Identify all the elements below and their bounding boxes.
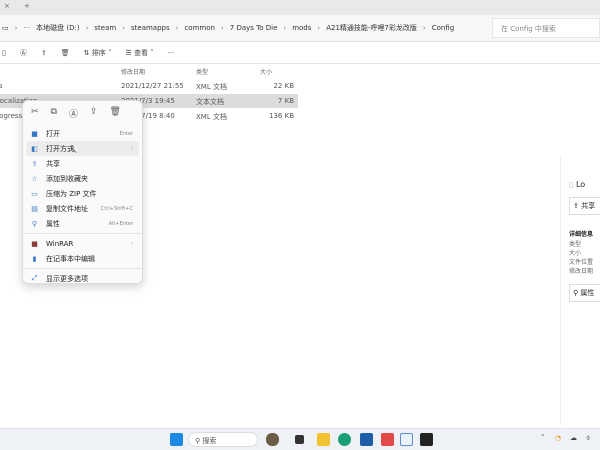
tab-bar: × +: [0, 0, 600, 15]
widget-icon[interactable]: [266, 433, 279, 446]
details-field: 文件位置: [569, 259, 594, 266]
menu-item-open[interactable]: ■ 打开 Enter: [26, 126, 139, 141]
open-with-icon: ◧: [31, 144, 38, 153]
properties-icon: ⚲: [31, 219, 38, 228]
view-button[interactable]: ☰ 查看 ˅: [125, 48, 153, 58]
context-menu: ✂ ⧉ Ⓐ ⇪ 🗑 ■ 打开 Enter ◧ 打开方式 › ⇪ 共享 ☆ 添加到收藏夹 ▭ 压…: [22, 100, 143, 284]
sort-button[interactable]: ⇅ 排序 ˅: [84, 48, 112, 58]
menu-item-zip[interactable]: ▭ 压缩为 ZIP 文件: [26, 186, 139, 201]
mouse-cursor: ↖: [70, 146, 78, 156]
breadcrumb-0[interactable]: 本地磁盘 (D:): [36, 23, 79, 33]
more-button[interactable]: ···: [168, 49, 175, 57]
breadcrumb-3[interactable]: common: [184, 24, 215, 32]
more-options-icon: ⤢: [31, 274, 38, 282]
network-icon[interactable]: ☁: [570, 434, 577, 442]
music-app-icon[interactable]: [381, 433, 394, 446]
breadcrumb-5[interactable]: mods: [292, 24, 311, 32]
breadcrumb-7[interactable]: Config: [432, 24, 454, 32]
share-icon: ⇪: [31, 159, 38, 168]
share-icon[interactable]: ⇪: [41, 49, 47, 57]
chevron-up-icon[interactable]: ˄: [541, 434, 545, 442]
menu-item-open-with[interactable]: ◧ 打开方式 ›: [26, 141, 139, 156]
start-icon[interactable]: [170, 433, 183, 446]
column-date[interactable]: 修改日期: [121, 67, 145, 76]
open-icon: ■: [31, 129, 38, 138]
new-tab-button[interactable]: +: [24, 2, 30, 10]
cut-icon[interactable]: ✂: [31, 107, 39, 120]
menu-item-copy-path[interactable]: ▤ 复制文件地址 Ctrl+Shift+C: [26, 201, 139, 216]
delete-icon[interactable]: 🗑: [61, 49, 70, 57]
rename-icon[interactable]: Ⓐ: [69, 107, 78, 120]
taskbar-search[interactable]: ⚲ 搜索: [188, 432, 258, 447]
details-field: 大小: [569, 250, 582, 257]
copy-icon[interactable]: ▯: [2, 49, 6, 57]
notepad-icon: ▮: [32, 254, 37, 263]
breadcrumb-6[interactable]: A21精通技能-呼哩7彩龙改版: [326, 23, 417, 33]
store-icon[interactable]: [360, 433, 373, 446]
close-tab-button[interactable]: ×: [4, 2, 10, 10]
menu-item-share[interactable]: ⇪ 共享: [26, 156, 139, 171]
taskbar: ⚲ 搜索 ˄ ◔ ☁ ⌽: [0, 428, 600, 450]
details-filename: ▯ Lo: [569, 180, 586, 189]
app-icon[interactable]: [420, 433, 433, 446]
copy-path-icon: ▤: [31, 204, 38, 213]
column-size[interactable]: 大小: [260, 67, 272, 76]
edge-icon[interactable]: [338, 433, 351, 446]
cloud-app-icon[interactable]: [400, 433, 413, 446]
share-icon[interactable]: ⇪: [90, 107, 98, 120]
details-properties-button[interactable]: ⚲ 属性: [569, 284, 600, 302]
menu-item-winrar[interactable]: ■ WinRAR ›: [26, 236, 139, 251]
zip-icon: ▭: [31, 189, 38, 198]
details-field: 修改日期: [569, 268, 594, 275]
task-view-icon[interactable]: [295, 435, 304, 444]
breadcrumb-4[interactable]: 7 Days To Die: [230, 24, 278, 32]
monitor-icon: ▭: [2, 24, 9, 32]
menu-item-more-options[interactable]: ⤢ 显示更多选项: [26, 271, 139, 286]
winrar-icon: ■: [31, 239, 38, 248]
microphone-icon[interactable]: ⌽: [586, 434, 590, 443]
rename-icon[interactable]: Ⓐ: [20, 48, 27, 58]
file-explorer-icon[interactable]: [317, 433, 330, 446]
star-icon: ☆: [31, 174, 38, 183]
menu-item-notepad[interactable]: ▮ 在记事本中编辑: [26, 251, 139, 266]
details-heading: 详细信息: [569, 231, 594, 238]
column-type[interactable]: 类型: [196, 67, 208, 76]
copy-icon[interactable]: ⧉: [51, 107, 57, 120]
details-share-button[interactable]: ⇪ 共享: [569, 197, 600, 215]
breadcrumb-1[interactable]: steam: [94, 24, 116, 32]
delete-icon[interactable]: 🗑: [110, 107, 121, 120]
toolbar: ▯ Ⓐ ⇪ 🗑 ⇅ 排序 ˅ ☰ 查看 ˅ ···: [0, 42, 600, 64]
search-input[interactable]: 在 Config 中搜索: [492, 18, 600, 38]
file-row[interactable]: ffs2021/12/27 21:55XML 文档22 KB: [0, 79, 298, 93]
menu-item-properties[interactable]: ⚲ 属性 Alt+Enter: [26, 216, 139, 231]
details-field: 类型: [569, 241, 582, 248]
menu-item-favorite[interactable]: ☆ 添加到收藏夹: [26, 171, 139, 186]
details-pane: ▯ Lo ⇪ 共享 详细信息 类型 大小 文件位置 修改日期 ⚲ 属性: [560, 155, 600, 425]
breadcrumb-2[interactable]: steamapps: [131, 24, 170, 32]
tray-app-icon[interactable]: ◔: [555, 434, 561, 442]
